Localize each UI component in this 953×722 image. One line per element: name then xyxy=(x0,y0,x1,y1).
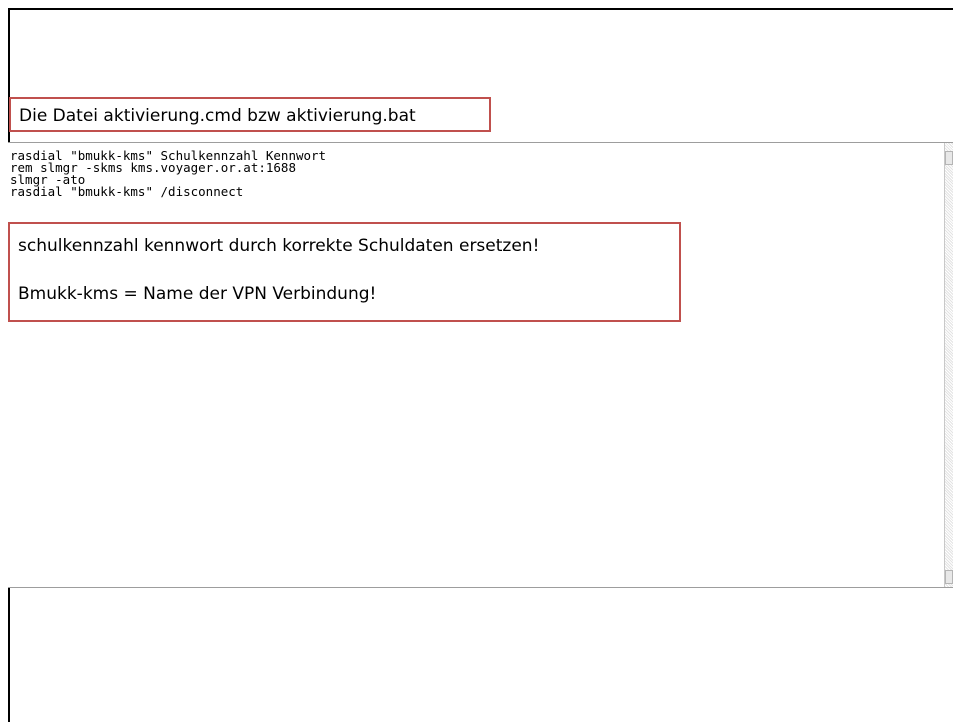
editor-line: rasdial "bmukk-kms" /disconnect xyxy=(10,184,244,199)
scroll-up-button[interactable] xyxy=(945,151,953,165)
text-editor[interactable]: rasdial "bmukk-kms" Schulkennzahl Kennwo… xyxy=(8,142,953,588)
editor-content[interactable]: rasdial "bmukk-kms" Schulkennzahl Kennwo… xyxy=(10,149,326,199)
scroll-down-button[interactable] xyxy=(945,570,953,584)
instructions-callout: schulkennzahl kennwort durch korrekte Sc… xyxy=(8,222,681,322)
filename-callout-text: Die Datei aktivierung.cmd bzw aktivierun… xyxy=(19,106,416,126)
filename-callout: Die Datei aktivierung.cmd bzw aktivierun… xyxy=(9,97,491,132)
instructions-line-1: schulkennzahl kennwort durch korrekte Sc… xyxy=(18,236,540,256)
vertical-scrollbar[interactable] xyxy=(944,143,953,587)
instructions-line-2: Bmukk-kms = Name der VPN Verbindung! xyxy=(18,284,377,304)
